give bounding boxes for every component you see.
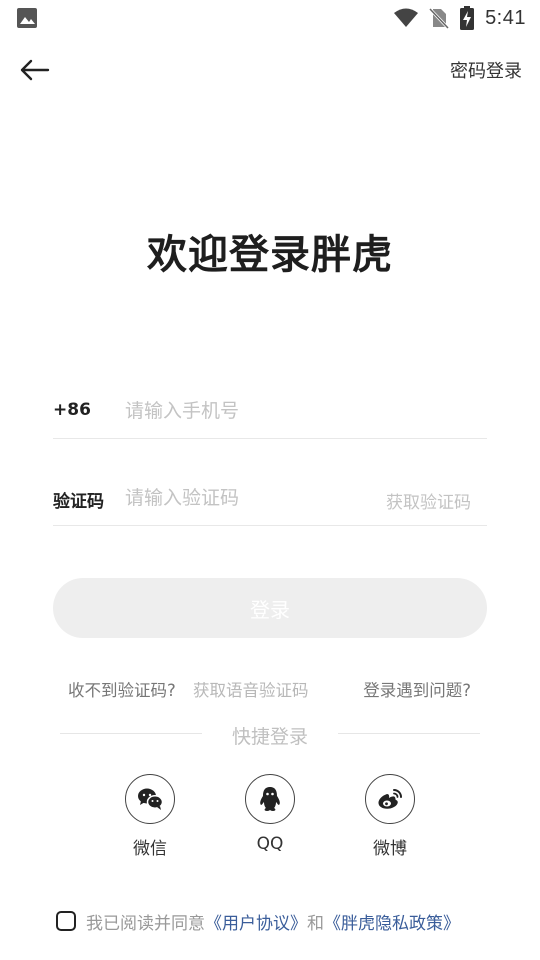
user-agreement-link[interactable]: 《用户协议》 xyxy=(205,909,307,934)
status-bar: 5:41 xyxy=(0,0,540,36)
divider-line-right xyxy=(338,733,480,734)
qq-icon-circle xyxy=(245,774,295,824)
welcome-title: 欢迎登录胖虎 xyxy=(147,232,393,278)
wechat-login-button[interactable]: 微信 xyxy=(110,774,190,859)
agreement-prefix: 我已阅读并同意 xyxy=(86,913,205,934)
qq-label: QQ xyxy=(256,834,284,854)
weibo-icon-circle xyxy=(365,774,415,824)
agreement-checkbox[interactable] xyxy=(56,911,76,931)
quick-login-divider: 快捷登录 xyxy=(60,722,480,748)
status-icons: 5:41 xyxy=(393,5,526,31)
no-code-text: 收不到验证码? xyxy=(68,681,176,700)
weibo-login-button[interactable]: 微博 xyxy=(350,774,430,859)
phone-input[interactable] xyxy=(125,396,485,426)
back-button[interactable] xyxy=(14,52,54,88)
help-row: 收不到验证码? 获取语音验证码 登录遇到问题? xyxy=(0,677,540,701)
qq-icon xyxy=(260,787,280,811)
wechat-label: 微信 xyxy=(133,839,167,859)
battery-charging-icon xyxy=(460,6,475,30)
code-row: 验证码 获取验证码 xyxy=(53,473,487,526)
quick-login-label: 快捷登录 xyxy=(231,726,308,748)
wechat-icon xyxy=(138,788,164,810)
top-bar: 密码登录 xyxy=(0,42,540,98)
status-time: 5:41 xyxy=(485,6,526,29)
image-icon xyxy=(17,8,37,28)
qq-login-button[interactable]: QQ xyxy=(230,774,310,854)
password-login-link[interactable]: 密码登录 xyxy=(450,57,522,83)
agreement-and: 和 xyxy=(307,913,324,934)
voice-code-link[interactable]: 获取语音验证码 xyxy=(193,677,309,701)
agreement-row: 我已阅读并同意 《用户协议》 和 《胖虎隐私政策》 xyxy=(56,908,460,934)
login-button[interactable]: 登录 xyxy=(53,578,487,638)
code-label: 验证码 xyxy=(53,492,104,512)
code-input[interactable] xyxy=(125,483,365,513)
no-sim-icon xyxy=(429,7,450,29)
login-problem-link[interactable]: 登录遇到问题? xyxy=(363,677,471,701)
get-code-button[interactable]: 获取验证码 xyxy=(386,488,471,513)
privacy-policy-link[interactable]: 《胖虎隐私政策》 xyxy=(324,909,460,934)
country-code: +86 xyxy=(53,400,91,420)
weibo-icon xyxy=(378,789,402,809)
weibo-label: 微博 xyxy=(373,839,407,859)
phone-row: +86 xyxy=(53,386,487,439)
wechat-icon-circle xyxy=(125,774,175,824)
arrow-left-icon xyxy=(20,59,50,81)
wifi-icon xyxy=(394,8,419,27)
